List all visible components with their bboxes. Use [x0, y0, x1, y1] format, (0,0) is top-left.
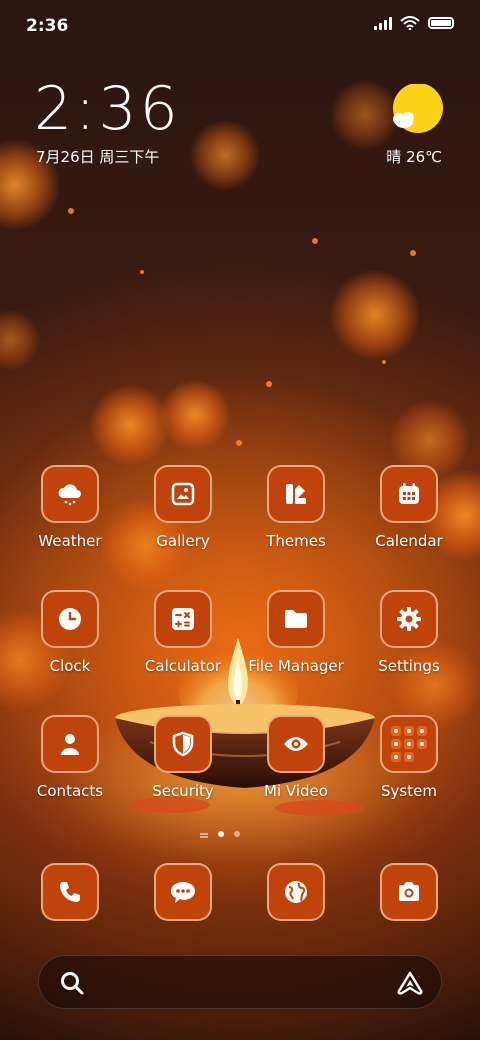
signal-bars-icon	[374, 16, 392, 30]
calendar-icon	[380, 465, 438, 523]
status-bar: 2:36	[0, 0, 480, 50]
phone-icon	[41, 863, 99, 921]
assistant-icon[interactable]	[395, 970, 425, 996]
page-indicator[interactable]	[200, 831, 240, 837]
app-contacts[interactable]: Contacts	[14, 715, 126, 800]
search-icon[interactable]	[59, 970, 85, 996]
dock-camera[interactable]	[353, 863, 465, 921]
app-file-manager[interactable]: File Manager	[240, 590, 352, 675]
app-label: Calendar	[375, 532, 443, 550]
clock-widget-time[interactable]: 2:36	[34, 74, 181, 144]
browser-globe-icon	[267, 863, 325, 921]
search-bar[interactable]	[38, 955, 442, 1009]
clock-widget-date[interactable]: 7月26日 周三下午	[36, 146, 159, 167]
calculator-icon	[154, 590, 212, 648]
page-list-icon[interactable]	[200, 833, 208, 835]
app-system-folder[interactable]: System	[353, 715, 465, 800]
weather-widget-summary[interactable]: 晴 26℃	[386, 146, 442, 167]
app-label: Gallery	[156, 532, 210, 550]
app-label: Security	[152, 782, 214, 800]
camera-icon	[380, 863, 438, 921]
app-settings[interactable]: Settings	[353, 590, 465, 675]
messages-icon	[154, 863, 212, 921]
dock-phone[interactable]	[14, 863, 126, 921]
status-time: 2:36	[26, 16, 69, 36]
app-label: Themes	[266, 532, 326, 550]
app-calendar[interactable]: Calendar	[353, 465, 465, 550]
weather-icon	[41, 465, 99, 523]
sun-cloud-icon[interactable]	[390, 84, 444, 134]
app-label: Calculator	[144, 657, 222, 675]
app-security[interactable]: Security	[127, 715, 239, 800]
app-clock[interactable]: Clock	[14, 590, 126, 675]
app-label: Settings	[378, 657, 440, 675]
shield-icon	[154, 715, 212, 773]
app-label: Mi Video	[264, 782, 328, 800]
app-label: Weather	[38, 532, 102, 550]
app-label: Contacts	[36, 782, 104, 800]
app-label: Clock	[49, 657, 91, 675]
dock-browser[interactable]	[240, 863, 352, 921]
eye-icon	[267, 715, 325, 773]
app-label: System	[381, 782, 437, 800]
contacts-icon	[41, 715, 99, 773]
app-label: File Manager	[248, 657, 344, 675]
battery-icon	[428, 17, 454, 29]
status-icons	[374, 16, 454, 30]
page-dot-active[interactable]	[218, 831, 224, 837]
app-themes[interactable]: Themes	[240, 465, 352, 550]
folder-grid-icon	[380, 715, 438, 773]
folder-icon	[267, 590, 325, 648]
themes-icon	[267, 465, 325, 523]
wifi-icon	[400, 16, 420, 30]
app-gallery[interactable]: Gallery	[127, 465, 239, 550]
clock-icon	[41, 590, 99, 648]
app-calculator[interactable]: Calculator	[127, 590, 239, 675]
app-weather[interactable]: Weather	[14, 465, 126, 550]
app-mi-video[interactable]: Mi Video	[240, 715, 352, 800]
gallery-icon	[154, 465, 212, 523]
dock-messages[interactable]	[127, 863, 239, 921]
page-dot[interactable]	[234, 831, 240, 837]
gear-icon	[380, 590, 438, 648]
